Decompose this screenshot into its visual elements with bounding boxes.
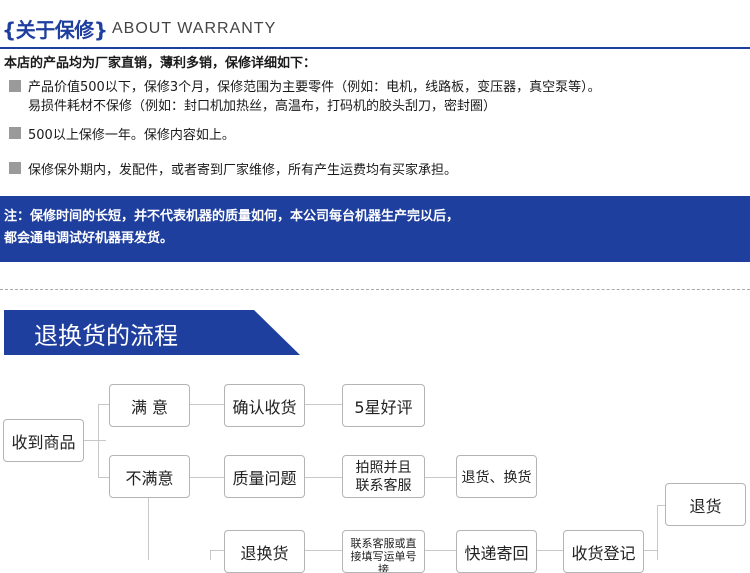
node-return-exchange: 退货、换货 — [456, 455, 537, 498]
node-express-return: 快递寄回 — [456, 530, 537, 573]
node-confirm-receipt: 确认收货 — [224, 384, 305, 427]
connector-line — [305, 550, 342, 551]
bullet-square-icon — [9, 80, 21, 92]
notice-text: 注：保修时间的长短，并不代表机器的质量如何，本公司每台机器生产完以后， 都会通电… — [4, 206, 459, 250]
connector-line — [425, 477, 456, 478]
node-return-goods: 退换货 — [224, 530, 305, 573]
process-banner: 退换货的流程 — [4, 310, 300, 355]
header-divider — [0, 47, 750, 49]
bullet-square-icon — [9, 162, 21, 174]
warranty-item-3: 保修保外期内，发配件，或者寄到厂家维修，所有产生运费均有买家承担。 — [28, 163, 458, 178]
notice-line-1: 注：保修时间的长短，并不代表机器的质量如何，本公司每台机器生产完以后， — [4, 209, 460, 224]
node-contact-or-waybill: 联系客服或直接填写运单号接 — [342, 530, 425, 573]
connector-line — [98, 404, 99, 477]
connector-line — [305, 477, 342, 478]
connector-line — [537, 550, 563, 551]
warranty-intro: 本店的产品均为厂家直销，薄利多销，保修详细如下： — [4, 56, 317, 71]
section-title-cn: {关于保修} — [2, 18, 108, 42]
connector-line — [657, 505, 658, 560]
bullet-square-icon — [9, 127, 21, 139]
connector-line — [148, 497, 149, 560]
node-quality-issue: 质量问题 — [224, 455, 305, 498]
dashed-divider — [0, 289, 750, 290]
process-banner-title: 退换货的流程 — [34, 322, 178, 350]
connector-line — [425, 550, 456, 551]
node-receipt-register: 收货登记 — [563, 530, 644, 573]
node-refund: 退货 — [665, 483, 746, 526]
node-receive-goods: 收到商品 — [3, 419, 84, 462]
notice-line-2: 都会通电调试好机器再发货。 — [4, 231, 174, 246]
connector-line — [190, 477, 224, 478]
connector-line — [190, 404, 224, 405]
notice-bar: 注：保修时间的长短，并不代表机器的质量如何，本公司每台机器生产完以后， 都会通电… — [0, 196, 750, 262]
section-title-en: ABOUT WARRANTY — [112, 20, 277, 37]
warranty-item-2: 500以上保修一年。保修内容如上。 — [28, 128, 235, 143]
connector-line — [84, 440, 106, 441]
connector-line — [644, 550, 658, 551]
warranty-item-1-line1: 产品价值500以下，保修3个月，保修范围为主要零件（例如：电机，线路板，变压器，… — [28, 80, 601, 95]
connector-line — [210, 550, 211, 560]
connector-line — [210, 550, 224, 551]
node-unsatisfied: 不满意 — [109, 455, 190, 498]
connector-line — [98, 404, 109, 405]
warranty-item-1-line2: 易损件耗材不保修（例如：封口机加热丝，高温布，打码机的胶头刮刀，密封圈） — [28, 99, 497, 114]
connector-line — [657, 505, 665, 506]
node-photo-contact-support: 拍照并且联系客服 — [342, 455, 425, 498]
node-satisfied: 满 意 — [109, 384, 190, 427]
connector-line — [98, 477, 109, 478]
node-five-star-review: 5星好评 — [342, 384, 425, 427]
connector-line — [305, 404, 342, 405]
